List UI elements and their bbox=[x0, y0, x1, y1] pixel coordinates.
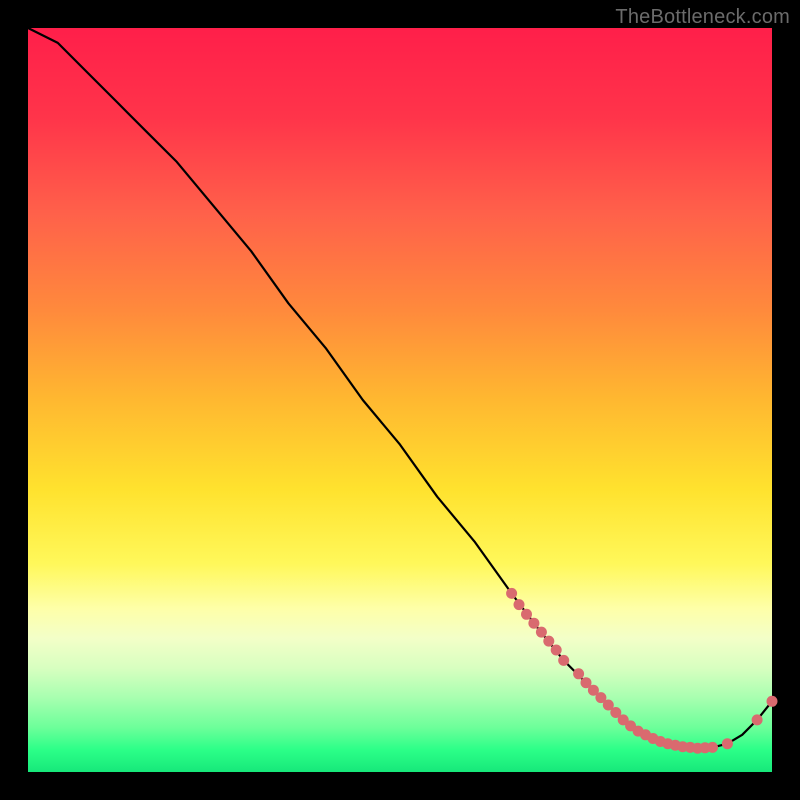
marker-point bbox=[722, 738, 733, 749]
marker-point bbox=[551, 645, 562, 656]
watermark-text: TheBottleneck.com bbox=[615, 6, 790, 29]
chart-svg bbox=[28, 28, 772, 772]
plot-area bbox=[28, 28, 772, 772]
chart-frame: TheBottleneck.com bbox=[0, 0, 800, 800]
marker-point bbox=[767, 696, 778, 707]
marker-point bbox=[506, 588, 517, 599]
marker-point bbox=[707, 742, 718, 753]
marker-point bbox=[543, 636, 554, 647]
marker-point bbox=[752, 714, 763, 725]
bottleneck-curve bbox=[28, 28, 772, 748]
highlight-markers bbox=[506, 588, 777, 754]
marker-point bbox=[514, 599, 525, 610]
marker-point bbox=[521, 609, 532, 620]
marker-point bbox=[558, 655, 569, 666]
marker-point bbox=[536, 627, 547, 638]
marker-point bbox=[528, 618, 539, 629]
marker-point bbox=[573, 668, 584, 679]
